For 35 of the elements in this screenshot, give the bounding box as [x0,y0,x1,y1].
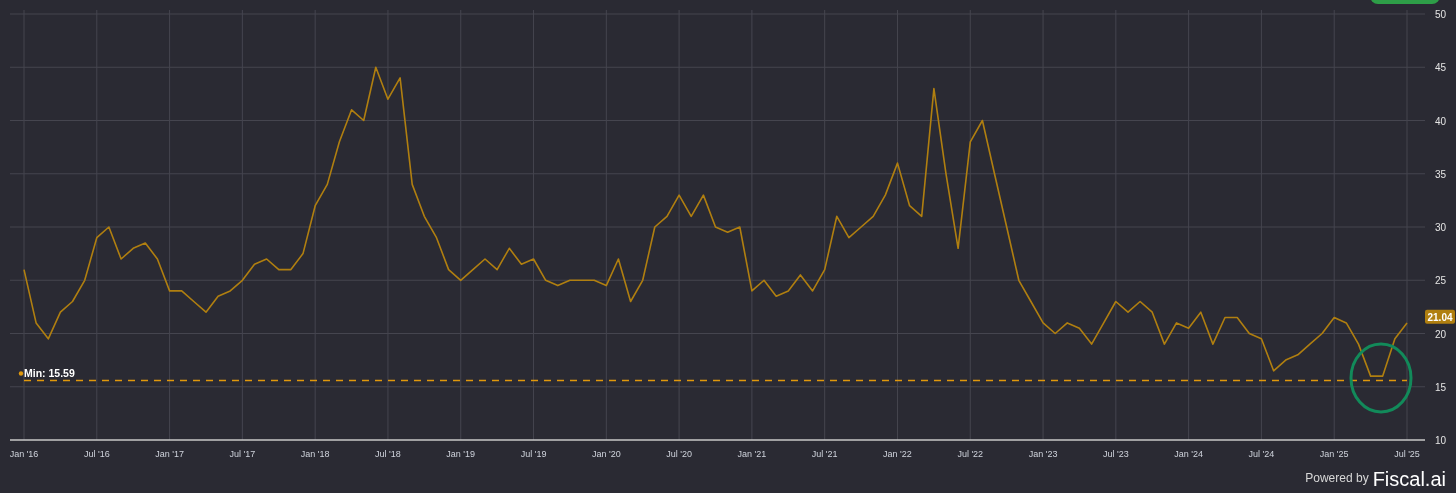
brand-logo-text: Fiscal.ai [1372,469,1446,489]
min-marker-icon [18,371,24,376]
x-tick-label: Jul '24 [1248,449,1275,459]
min-label: Min: 15.59 [24,366,75,379]
y-tick-label: 45 [1434,62,1446,74]
x-tick-label: Jul '18 [375,449,401,459]
x-tick-label: Jan '23 [1028,449,1058,459]
x-tick-label: Jul '19 [520,449,547,459]
x-tick-label: Jul '20 [666,449,692,459]
x-tick-label: Jan '25 [1319,449,1349,459]
x-tick-label: Jan '21 [737,449,767,459]
x-tick-label: Jul '17 [229,449,256,459]
x-tick-label: Jul '23 [1102,449,1129,459]
y-tick-label: 30 [1434,222,1446,233]
x-tick-label: Jul '16 [83,449,110,459]
x-tick-label: Jan '20 [591,449,621,459]
y-tick-label: 35 [1434,168,1446,180]
x-tick-label: Jan '22 [883,449,912,459]
highlight-circle [1349,342,1413,414]
y-tick-label: 15 [1434,381,1446,393]
x-tick-label: Jul '22 [957,449,984,459]
y-tick-label: 10 [1434,435,1446,446]
x-tick-label: Jan '18 [300,449,330,459]
x-tick-label: Jul '25 [1394,449,1420,459]
powered-by-text: Powered by [1305,470,1369,487]
y-tick-label: 20 [1434,328,1446,340]
x-tick-label: Jan '17 [155,449,184,459]
y-tick-label: 50 [1434,9,1446,20]
y-tick-label: 40 [1434,115,1446,127]
x-tick-label: Jan '19 [446,449,476,459]
x-tick-label: Jan '24 [1174,449,1203,459]
x-tick-label: Jul '21 [811,449,838,459]
last-value-badge: 21.04 [1425,309,1455,324]
y-tick-label: 25 [1434,275,1446,287]
x-tick-label: Jan '16 [9,449,39,459]
